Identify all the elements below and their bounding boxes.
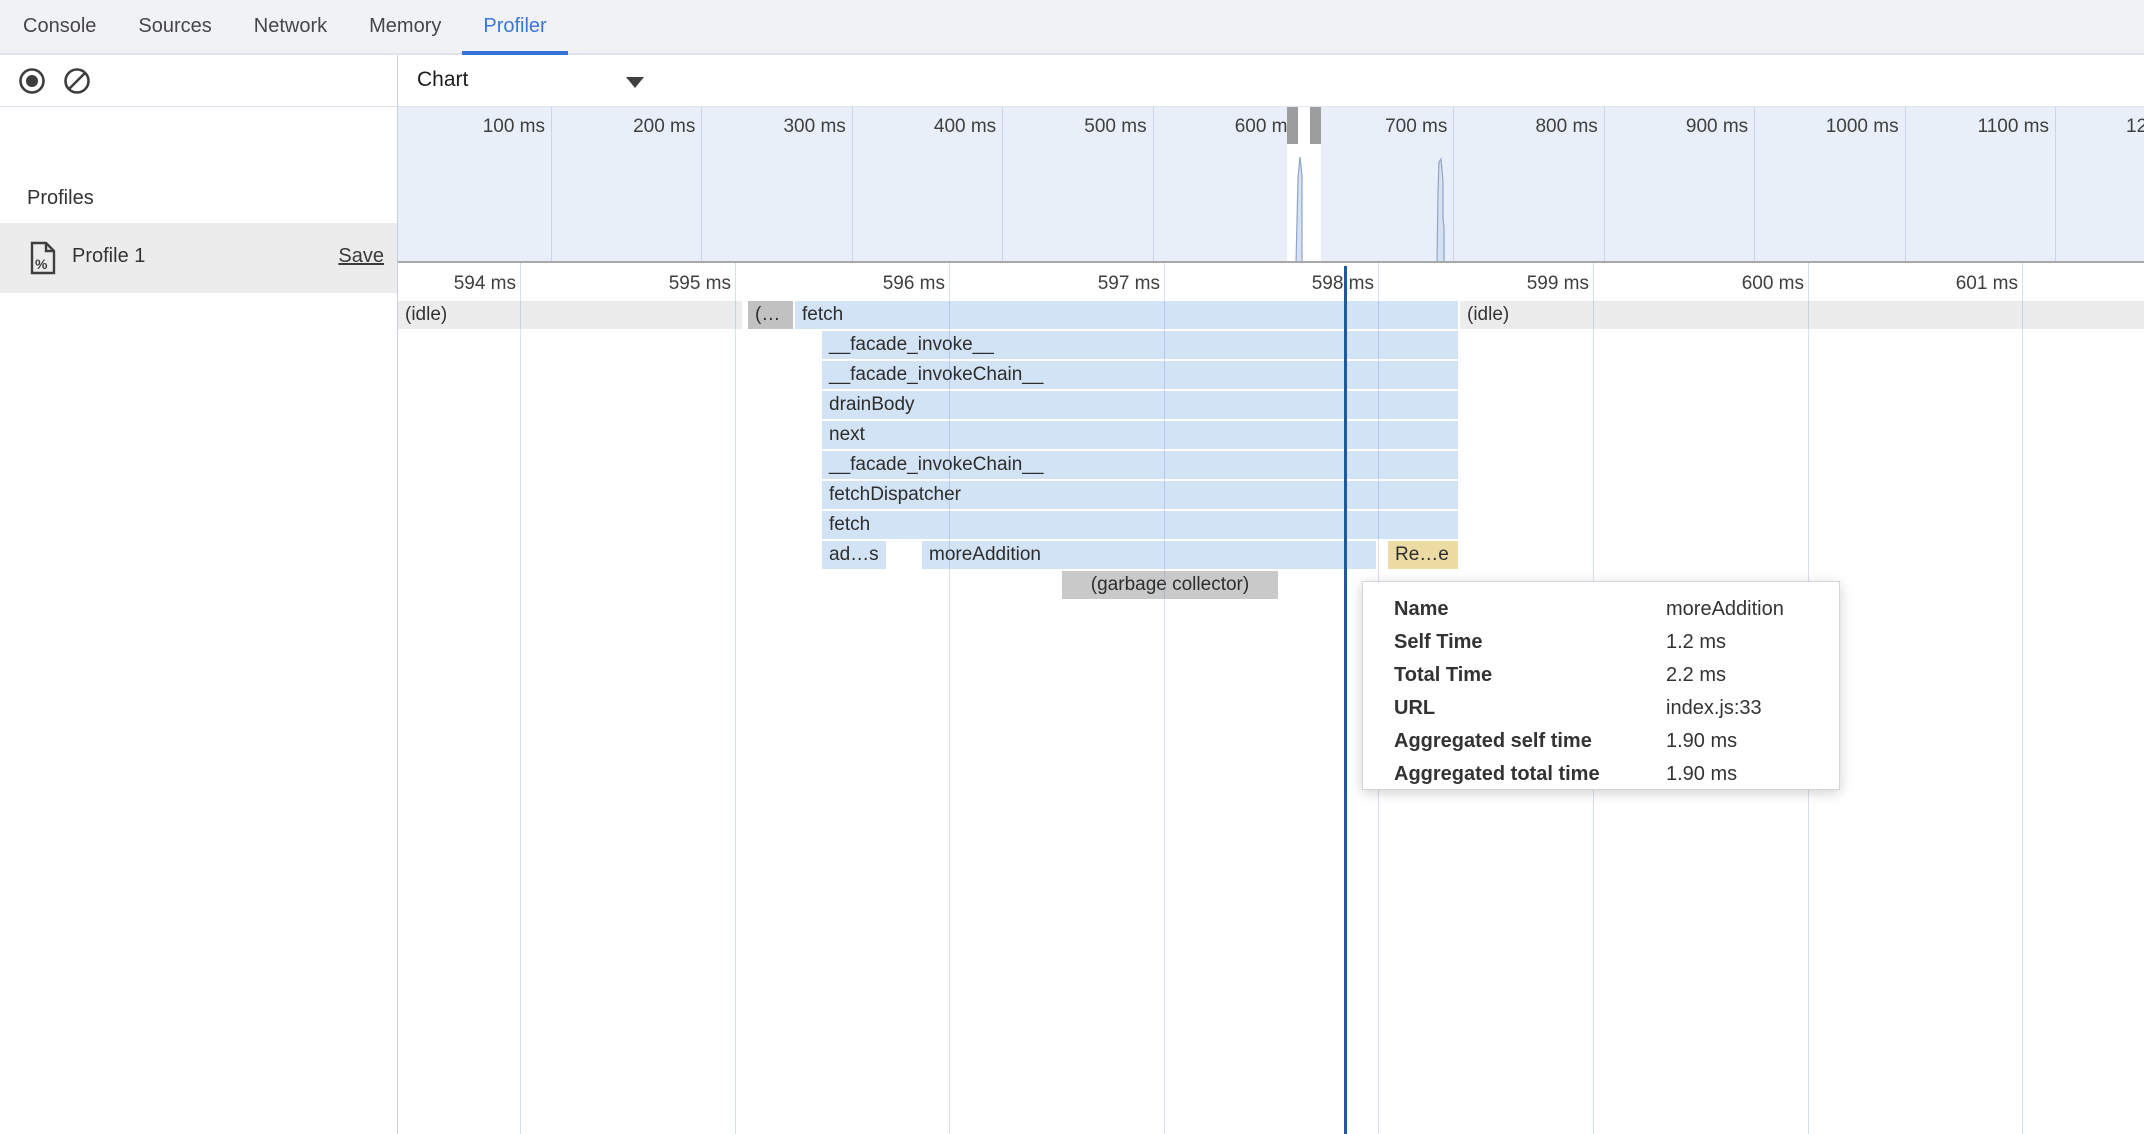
overview-tick-label: 400 ms: [842, 116, 996, 138]
flame-ruler-label: 600 ms: [1678, 273, 1804, 295]
frame-info-tooltip: NamemoreAdditionSelf Time1.2 msTotal Tim…: [1362, 581, 1840, 790]
tooltip-value: 2.2 ms: [1666, 664, 1726, 686]
tooltip-label: Self Time: [1394, 626, 1666, 659]
flame-bar[interactable]: fetchDispatcher: [822, 481, 1458, 509]
tab-console[interactable]: Console: [2, 0, 117, 53]
tooltip-row: URLindex.js:33: [1363, 692, 1839, 725]
flame-ruler-label: 601 ms: [1892, 273, 2018, 295]
selection-right-handle[interactable]: [1310, 107, 1321, 144]
save-profile-link[interactable]: Save: [338, 245, 384, 268]
profiles-heading: Profiles: [27, 187, 94, 210]
flame-bar[interactable]: (idle): [398, 301, 742, 329]
overview-tick-label: 1000 ms: [1745, 116, 1899, 138]
overview-tick-label: 800 ms: [1444, 116, 1598, 138]
overview-tick-label: 900 ms: [1594, 116, 1748, 138]
flame-bar[interactable]: (…: [748, 301, 793, 329]
chevron-down-icon: [626, 77, 644, 88]
overview-tick-label: 600 ms: [1143, 116, 1297, 138]
profile-name: Profile 1: [72, 245, 145, 268]
flame-gridline: [520, 263, 521, 1134]
tooltip-row: NamemoreAddition: [1363, 593, 1839, 626]
flame-gridline: [2022, 263, 2023, 1134]
tab-memory[interactable]: Memory: [348, 0, 462, 53]
tab-profiler[interactable]: Profiler: [462, 0, 567, 53]
flame-bar[interactable]: fetch: [795, 301, 1458, 329]
flame-ruler-label: 595 ms: [605, 273, 731, 295]
flame-bar[interactable]: Re…e: [1388, 541, 1458, 569]
profile-document-icon: %: [30, 241, 56, 275]
overview-tick-label: 500 ms: [993, 116, 1147, 138]
timeline-overview[interactable]: 100 ms200 ms300 ms400 ms500 ms600 ms700 …: [398, 107, 2144, 263]
flame-bar[interactable]: moreAddition: [922, 541, 1376, 569]
flame-chart[interactable]: 594 ms 595 ms 596 ms 597 ms 598 ms 599 ms 600 …: [398, 263, 2144, 1134]
flame-gridline: [735, 263, 736, 1134]
sidebar-toolbar: [0, 55, 397, 107]
overview-tick-label: 12: [2126, 116, 2144, 138]
view-mode-label: Chart: [417, 68, 468, 92]
tooltip-value: 1.2 ms: [1666, 631, 1726, 653]
tooltip-value: 1.90 ms: [1666, 730, 1737, 752]
record-button[interactable]: [16, 65, 48, 97]
profiles-sidebar: Profiles CPU PROFILES % Profile 1 Save: [0, 55, 398, 1134]
clear-button[interactable]: [61, 65, 93, 97]
tooltip-label: Aggregated self time: [1394, 725, 1666, 758]
devtools-tab-bar: ConsoleSourcesNetworkMemoryProfiler: [0, 0, 2144, 55]
overview-tick-label: 100 ms: [398, 116, 545, 138]
flame-bar[interactable]: (garbage collector): [1062, 571, 1278, 599]
profile-row[interactable]: % Profile 1 Save: [0, 223, 397, 293]
profiler-toolbar: Chart: [398, 55, 2144, 107]
flame-ruler-label: 598 ms: [1248, 273, 1374, 295]
tooltip-row: Self Time1.2 ms: [1363, 626, 1839, 659]
tooltip-value: moreAddition: [1666, 598, 1784, 620]
flame-bar[interactable]: __facade_invokeChain__: [822, 451, 1458, 479]
flame-ruler-label: 597 ms: [1034, 273, 1160, 295]
tooltip-label: Total Time: [1394, 659, 1666, 692]
tooltip-value: 1.90 ms: [1666, 763, 1737, 785]
flame-bar[interactable]: drainBody: [822, 391, 1458, 419]
circle-slash-icon: [61, 65, 93, 97]
tooltip-row: Total Time2.2 ms: [1363, 659, 1839, 692]
flame-ruler-label: 596 ms: [819, 273, 945, 295]
overview-tick-label: 1100 ms: [1895, 116, 2049, 138]
flame-gridline: [1164, 263, 1165, 1134]
record-icon: [16, 65, 48, 97]
tab-network[interactable]: Network: [233, 0, 348, 53]
flame-bar[interactable]: next: [822, 421, 1458, 449]
overview-tick-label: 200 ms: [541, 116, 695, 138]
tooltip-label: URL: [1394, 692, 1666, 725]
tooltip-row: Aggregated self time1.90 ms: [1363, 725, 1839, 758]
tab-sources[interactable]: Sources: [117, 0, 232, 53]
selection-left-handle[interactable]: [1287, 107, 1298, 144]
tooltip-label: Aggregated total time: [1394, 758, 1666, 791]
view-mode-dropdown[interactable]: Chart: [398, 55, 658, 107]
tooltip-row: Aggregated total time1.90 ms: [1363, 758, 1839, 791]
flame-bar[interactable]: __facade_invokeChain__: [822, 361, 1458, 389]
tooltip-value: index.js:33: [1666, 697, 1762, 719]
flame-bar[interactable]: fetch: [822, 511, 1458, 539]
current-time-marker: [1344, 266, 1347, 1134]
flame-ruler-label: 599 ms: [1463, 273, 1589, 295]
flame-bar[interactable]: __facade_invoke__: [822, 331, 1458, 359]
svg-text:%: %: [35, 256, 48, 272]
flame-bar[interactable]: (idle): [1460, 301, 2144, 329]
flame-bar[interactable]: ad…s: [822, 541, 886, 569]
tooltip-label: Name: [1394, 593, 1666, 626]
overview-tick-label: 300 ms: [692, 116, 846, 138]
flame-gridline: [949, 263, 950, 1134]
flame-ruler-label: 594 ms: [398, 273, 516, 295]
